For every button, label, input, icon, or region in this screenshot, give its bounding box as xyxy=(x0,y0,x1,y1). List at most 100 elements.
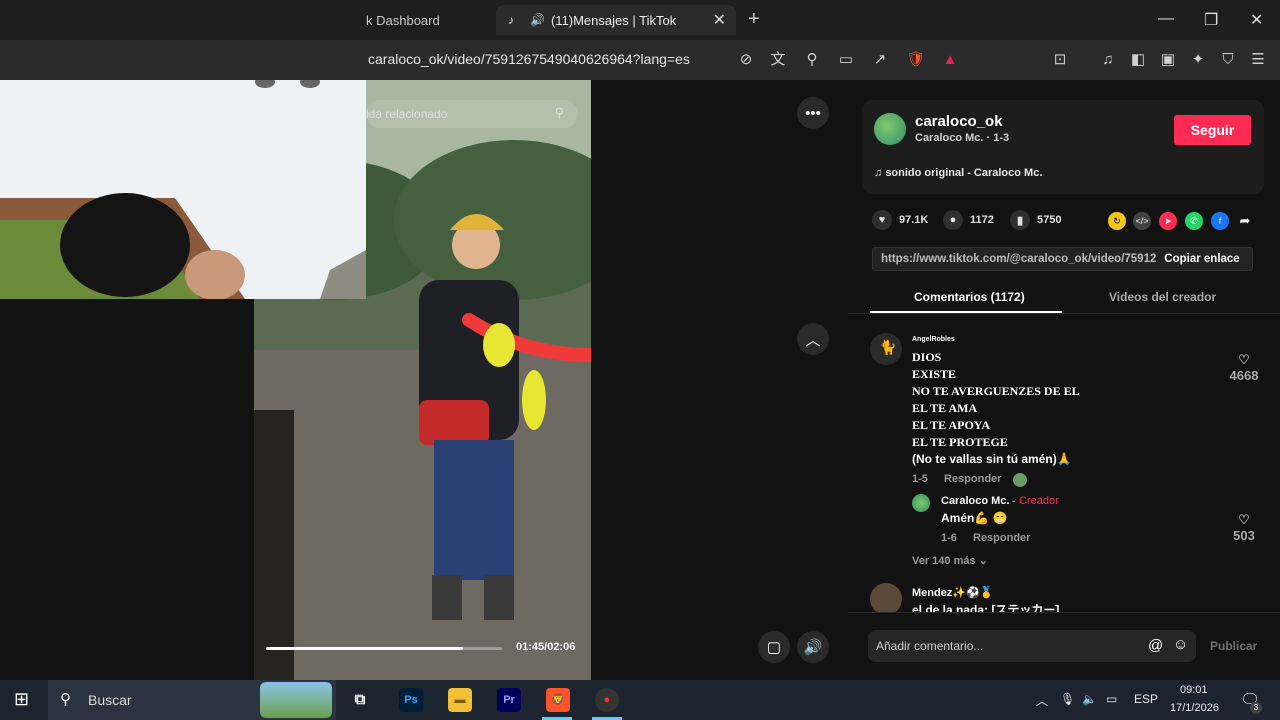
music-note-icon: ♫ xyxy=(874,167,883,179)
video-time: 01:45/02:06 xyxy=(516,641,576,653)
audio-playing-icon[interactable]: 🔊 xyxy=(530,13,545,27)
tab-creator-videos[interactable]: Videos del creador xyxy=(1109,290,1216,304)
cat-icon: 🐈 xyxy=(879,339,897,355)
media-icon[interactable]: ♫ xyxy=(1098,50,1118,70)
save-stat[interactable]: ▮ 5750 xyxy=(1010,210,1061,230)
webcam-overlay xyxy=(0,80,366,299)
related-search-placeholder: ida relacionado xyxy=(366,107,448,121)
search-tabs-icon[interactable]: ⊡ xyxy=(1050,50,1070,70)
comment-username[interactable]: AngelRobles xyxy=(912,336,955,343)
sound-info[interactable]: ♫ sonido original - Caraloco Mc. xyxy=(874,167,1042,179)
tabs-divider xyxy=(848,313,1280,314)
chevron-up-icon: ︿ xyxy=(805,331,821,349)
clock-time[interactable]: 09:01 xyxy=(1180,684,1208,696)
embed-icon[interactable]: </> xyxy=(1133,212,1151,230)
creator-handle[interactable]: caraloco_ok xyxy=(915,113,1003,130)
comment-icon: ● xyxy=(943,210,963,230)
whatsapp-icon[interactable]: ✆ xyxy=(1185,212,1203,230)
cast-icon[interactable]: ▭ xyxy=(836,50,856,70)
reply-date: 1-6 xyxy=(941,532,957,544)
creator-liked-avatar xyxy=(1013,473,1027,487)
restore-icon[interactable]: ❐ xyxy=(1204,10,1218,30)
window-close-icon[interactable]: ✕ xyxy=(1250,10,1263,30)
reply-button[interactable]: Responder xyxy=(944,473,1001,485)
share-arrow-icon[interactable]: ➦ xyxy=(1236,212,1254,230)
translate-icon[interactable]: 文 xyxy=(768,50,788,70)
tray-chevron-icon[interactable]: ︿ xyxy=(1036,692,1048,709)
video-link[interactable]: https://www.tiktok.com/@caraloco_ok/vide… xyxy=(881,253,1157,265)
search-icon[interactable]: ⚲ xyxy=(554,105,564,121)
leo-ai-icon[interactable]: ✦ xyxy=(1188,50,1208,70)
mention-icon[interactable]: @ xyxy=(1148,637,1163,654)
sidebar-icon[interactable]: ◧ xyxy=(1128,50,1148,70)
video-progress-bar[interactable] xyxy=(266,647,502,650)
follow-button[interactable]: Seguir xyxy=(1174,115,1251,145)
comment-stat[interactable]: ● 1172 xyxy=(943,210,994,230)
task-view-icon[interactable]: ⧉ xyxy=(348,688,372,712)
comment-input[interactable]: Añadir comentario... @ ☺ xyxy=(868,630,1196,662)
facebook-icon[interactable]: f xyxy=(1211,212,1229,230)
reply-username[interactable]: Caraloco Mc. xyxy=(941,495,1009,507)
reply-text: Amén💪 😁 xyxy=(941,511,1008,525)
more-options-button[interactable]: ••• xyxy=(797,97,829,129)
creator-avatar[interactable] xyxy=(874,113,906,145)
volume-button[interactable]: 🔊 xyxy=(797,631,829,663)
premiere-icon[interactable]: Pr xyxy=(497,688,521,712)
taskbar-search[interactable]: ⚲ Buscar xyxy=(48,680,336,720)
minimize-icon[interactable]: — xyxy=(1158,10,1174,28)
comment-line: DIOS xyxy=(912,350,942,364)
speaker-icon[interactable]: 🔈 xyxy=(1082,692,1097,706)
reply-avatar[interactable] xyxy=(912,494,930,512)
close-tab-icon[interactable]: ✕ xyxy=(713,10,726,30)
menu-icon[interactable]: ☰ xyxy=(1248,50,1268,70)
zoom-icon[interactable]: ⚲ xyxy=(802,50,822,70)
share-page-icon[interactable]: ↗ xyxy=(870,50,890,70)
heart-outline-icon: ♡ xyxy=(1238,512,1250,527)
comment-username[interactable]: Mendez✨⚽🥇 xyxy=(912,586,993,599)
comment-avatar[interactable] xyxy=(870,583,902,615)
view-more-replies[interactable]: Ver 140 más ⌄ xyxy=(912,554,988,567)
pip-button[interactable]: ▢ xyxy=(758,631,790,663)
reader-off-icon[interactable]: ⊘ xyxy=(736,50,756,70)
vpn-icon[interactable]: ⛉ xyxy=(1218,50,1238,70)
wallet-icon[interactable]: ▣ xyxy=(1158,50,1178,70)
network-icon[interactable]: ▭ xyxy=(1106,692,1117,706)
comment-line: EXISTE xyxy=(912,367,957,381)
ellipsis-icon: ••• xyxy=(805,104,821,122)
tab-dashboard[interactable]: k Dashboard xyxy=(360,5,490,35)
tab-comments[interactable]: Comentarios (1172) xyxy=(914,290,1025,304)
comment-bar: Añadir comentario... @ ☺ Publicar xyxy=(848,612,1280,680)
windows-start-icon[interactable]: ⊞ xyxy=(14,689,29,710)
comment-line: NO TE AVERGUENZES DE EL xyxy=(912,384,1080,398)
sound-label: sonido original - Caraloco Mc. xyxy=(885,167,1043,179)
chevron-down-icon: ⌄ xyxy=(978,555,988,567)
url-text[interactable]: caraloco_ok/video/7591267549040626964?la… xyxy=(368,51,690,67)
emoji-icon[interactable]: ☺ xyxy=(1173,636,1188,653)
input-language[interactable]: ESP xyxy=(1134,692,1158,706)
new-tab-icon[interactable]: + xyxy=(748,8,760,31)
comment-avatar[interactable]: 🐈 xyxy=(870,333,902,365)
brave-shield-icon[interactable]: 🛡 xyxy=(906,50,926,70)
repost-icon[interactable]: ↻ xyxy=(1108,212,1126,230)
brave-rewards-icon[interactable]: ▲ xyxy=(940,50,960,70)
reply-reply-button[interactable]: Responder xyxy=(973,532,1030,544)
brave-icon[interactable]: 🦁 xyxy=(546,688,570,712)
file-explorer-icon[interactable]: ▬ xyxy=(448,688,472,712)
comment-like[interactable]: ♡ 4668 xyxy=(1228,352,1260,383)
publish-button[interactable]: Publicar xyxy=(1210,639,1257,653)
photoshop-icon[interactable]: Ps xyxy=(399,688,423,712)
comment-line: EL TE AMA xyxy=(912,401,978,415)
creator-card: caraloco_ok Caraloco Mc. · 1-3 Seguir ♫ … xyxy=(862,100,1264,194)
related-search-field[interactable]: ida relacionado ⚲ xyxy=(366,100,578,128)
heart-icon: ♥ xyxy=(872,210,892,230)
clock-date[interactable]: 17/1/2026 xyxy=(1170,702,1219,714)
previous-video-button[interactable]: ︿ xyxy=(797,323,829,355)
tab-tiktok[interactable]: ♪ 🔊 (11)Mensajes | TikTok ✕ xyxy=(496,5,736,35)
obs-icon[interactable]: ● xyxy=(595,688,619,712)
heart-outline-icon: ♡ xyxy=(1238,352,1250,367)
copy-link-button[interactable]: Copiar enlace xyxy=(1152,248,1252,270)
microphone-icon[interactable]: 🎙 xyxy=(1060,692,1075,706)
send-icon[interactable]: ➤ xyxy=(1159,212,1177,230)
like-stat[interactable]: ♥ 97.1K xyxy=(872,210,928,230)
reply-like[interactable]: ♡ 503 xyxy=(1228,512,1260,543)
